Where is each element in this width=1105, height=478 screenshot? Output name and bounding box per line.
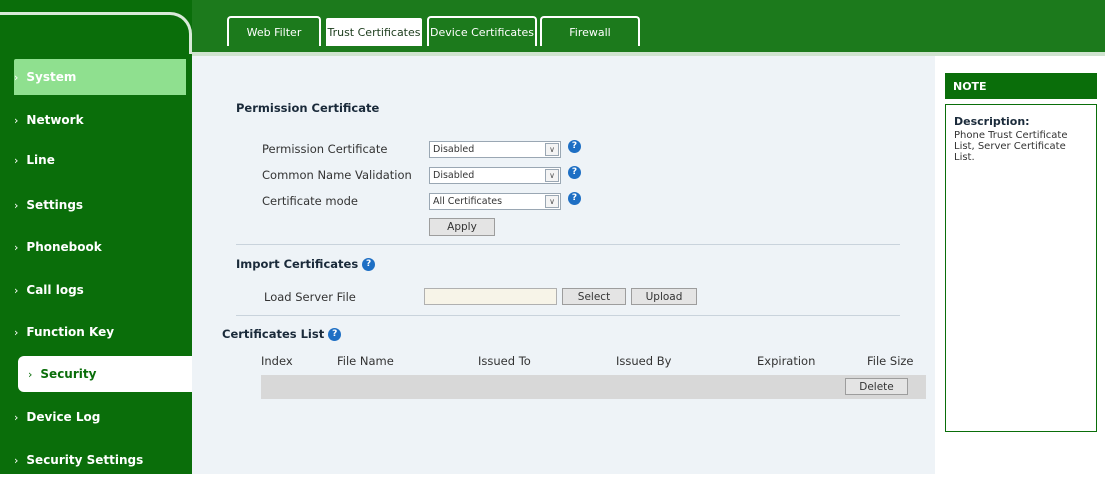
sidebar-item-system[interactable]: › System [14, 59, 186, 95]
section-divider [236, 244, 900, 245]
chevron-right-icon: › [14, 325, 19, 339]
note-title: NOTE [953, 79, 987, 93]
apply-button[interactable]: Apply [429, 218, 495, 236]
sidebar-item-network[interactable]: › Network [14, 102, 186, 138]
tab-label: Device Certificates [430, 25, 534, 39]
main-content: Permission Certificate Permission Certif… [192, 56, 935, 474]
import-section-title: Import Certificates ? [236, 257, 376, 271]
section-divider [236, 315, 900, 316]
chevron-right-icon: › [14, 113, 19, 127]
help-icon[interactable]: ? [568, 192, 581, 205]
sidebar-item-label: Call logs [26, 283, 84, 297]
permission-certificate-label: Permission Certificate [262, 142, 388, 156]
common-name-validation-select[interactable]: Disabled ∨ [429, 167, 561, 184]
column-header-file-size: File Size [867, 354, 914, 368]
sidebar-item-label: Security Settings [26, 453, 144, 467]
sidebar-item-device-log[interactable]: › Device Log [14, 399, 186, 435]
tab-label: Firewall [569, 25, 611, 39]
help-icon[interactable]: ? [362, 257, 376, 271]
sidebar-item-phonebook[interactable]: › Phonebook [14, 229, 186, 265]
tab-label: Web Filter [246, 25, 302, 39]
chevron-right-icon: › [14, 283, 19, 297]
sidebar-item-security-settings[interactable]: › Security Settings [14, 442, 186, 478]
section-title-text: Permission Certificate [236, 101, 380, 115]
sidebar-item-label: System [26, 70, 77, 84]
tab-label: Trust Certificates [327, 25, 421, 39]
sidebar-logo-area [0, 12, 192, 54]
sidebar-item-line[interactable]: › Line [14, 142, 186, 178]
certificate-mode-select[interactable]: All Certificates ∨ [429, 193, 561, 210]
certificate-mode-label: Certificate mode [262, 194, 359, 208]
help-icon[interactable]: ? [328, 327, 342, 341]
sidebar-item-call-logs[interactable]: › Call logs [14, 272, 186, 308]
load-server-file-label: Load Server File [264, 290, 356, 304]
select-value: Disabled [433, 144, 475, 155]
select-file-button[interactable]: Select [562, 288, 626, 305]
chevron-right-icon: › [14, 453, 19, 467]
sidebar-item-label: Function Key [26, 325, 115, 339]
column-header-issued-to: Issued To [478, 354, 531, 368]
chevron-down-icon: ∨ [545, 143, 559, 156]
sidebar-item-label: Security [40, 367, 97, 381]
tab-device-certificates[interactable]: Device Certificates [427, 16, 537, 46]
help-icon[interactable]: ? [568, 166, 581, 179]
sidebar-item-label: Phonebook [26, 240, 102, 254]
sidebar-item-label: Network [26, 113, 84, 127]
select-value: All Certificates [433, 196, 503, 207]
help-icon[interactable]: ? [568, 140, 581, 153]
tab-web-filter[interactable]: Web Filter [227, 16, 321, 46]
chevron-down-icon: ∨ [545, 169, 559, 182]
common-name-validation-label: Common Name Validation [262, 168, 412, 182]
permission-section-title: Permission Certificate [236, 101, 379, 115]
section-title-text: Import Certificates [236, 257, 359, 271]
chevron-right-icon: › [14, 240, 19, 254]
tab-firewall[interactable]: Firewall [540, 16, 640, 46]
chevron-down-icon: ∨ [545, 195, 559, 208]
select-value: Disabled [433, 170, 475, 181]
note-description-text: Phone Trust Certificate List, Server Cer… [954, 130, 1068, 163]
chevron-right-icon: › [14, 198, 19, 212]
column-header-expiration: Expiration [757, 354, 816, 368]
sidebar-item-label: Device Log [26, 410, 101, 424]
note-panel: Description: Phone Trust Certificate Lis… [945, 104, 1097, 432]
sidebar-item-function-key[interactable]: › Function Key [14, 314, 186, 350]
chevron-right-icon: › [14, 153, 19, 167]
chevron-right-icon: › [28, 367, 33, 381]
permission-certificate-select[interactable]: Disabled ∨ [429, 141, 561, 158]
note-header: NOTE [945, 73, 1097, 99]
tab-trust-certificates[interactable]: Trust Certificates [324, 16, 424, 46]
sidebar-item-label: Line [26, 153, 55, 167]
table-row [261, 375, 926, 399]
upload-button[interactable]: Upload [631, 288, 697, 305]
delete-button[interactable]: Delete [845, 378, 908, 395]
certificates-list-title: Certificates List ? [222, 327, 342, 341]
file-path-input[interactable] [424, 288, 557, 305]
chevron-right-icon: › [14, 70, 19, 84]
column-header-file-name: File Name [337, 354, 394, 368]
chevron-right-icon: › [14, 410, 19, 424]
sidebar-item-settings[interactable]: › Settings [14, 187, 186, 223]
sidebar-item-label: Settings [26, 198, 84, 212]
section-title-text: Certificates List [222, 327, 325, 341]
column-header-issued-by: Issued By [616, 354, 672, 368]
column-header-index: Index [261, 354, 293, 368]
sidebar-item-security[interactable]: › Security [18, 356, 192, 392]
note-description-title: Description: [954, 115, 1030, 128]
